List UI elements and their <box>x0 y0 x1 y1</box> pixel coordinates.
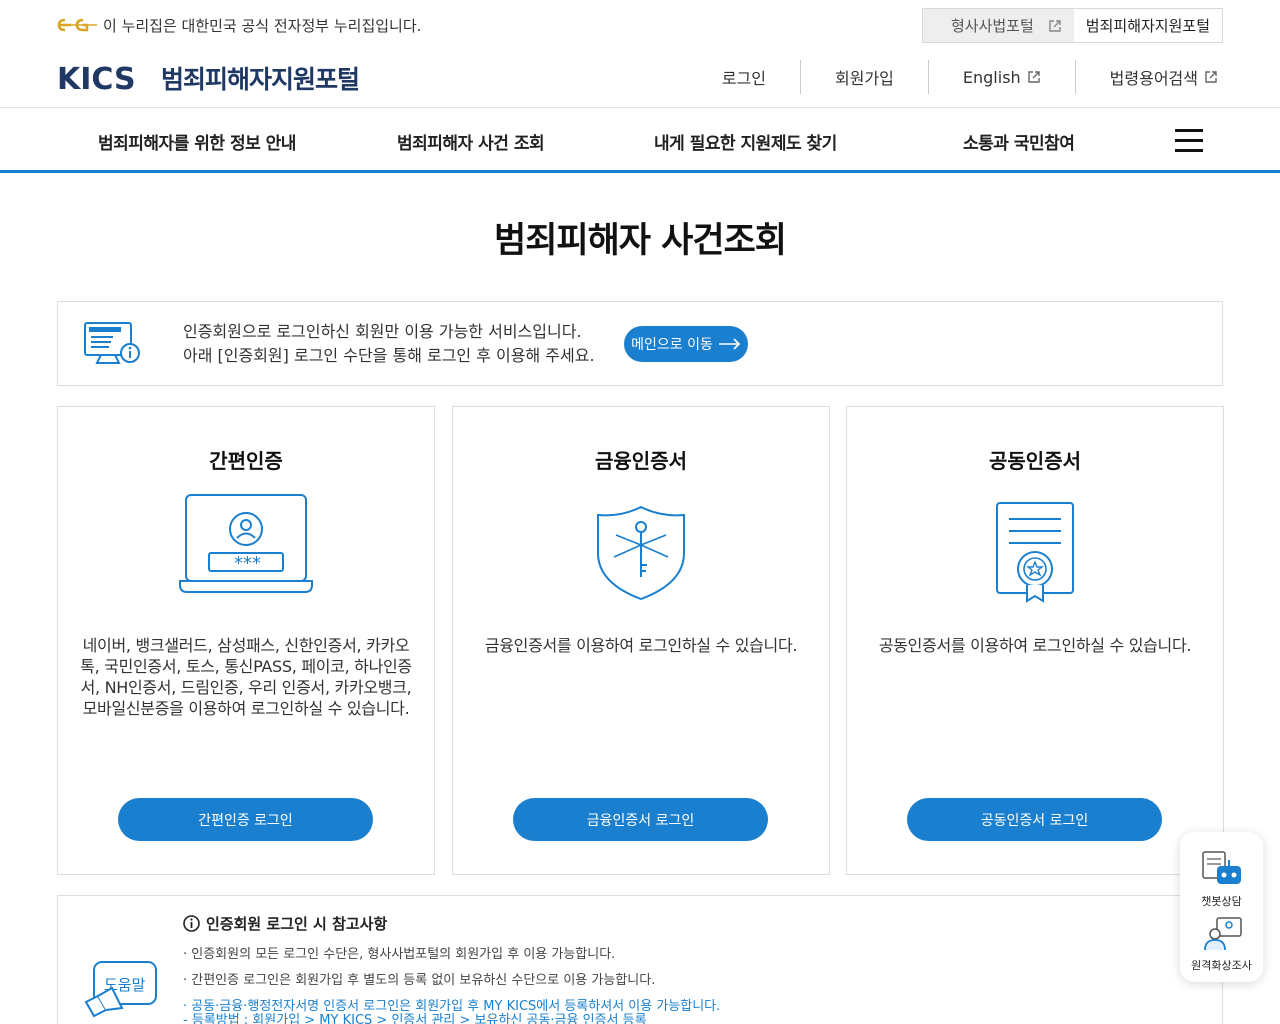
monitor-info-icon <box>84 322 140 364</box>
quick-menu: 챗봇상담 원격화상조사 <box>1180 832 1263 982</box>
external-link-icon <box>1049 19 1061 32</box>
utility-nav: 로그인 회원가입 English 법령용어검색 <box>688 60 1223 94</box>
portal-link-victim-support[interactable]: 범죄피해자지원포털 <box>1073 9 1222 42</box>
card-title: 공동인증서 <box>989 449 1081 473</box>
card-desc: 금융인증서를 이용하여 로그인하실 수 있습니다. <box>484 636 798 655</box>
gov-notice-text: 이 누리집은 대한민국 공식 전자정부 누리집입니다. <box>103 16 422 35</box>
help-megaphone-icon: 도움말 <box>84 961 157 1018</box>
help-list: 인증회원의 모든 로그인 수단은, 형사사법포털의 회원가입 후 이용 가능합니… <box>183 942 720 1024</box>
help-item: - 등록방법 : 회원가입 > MY KICS > 인증서 관리 > 보유하신 … <box>183 1013 647 1024</box>
nav-item-support-finder[interactable]: 내게 필요한 지원제도 찾기 <box>654 129 837 154</box>
menu-icon[interactable] <box>1175 129 1203 153</box>
video-investigation-label: 원격화상조사 <box>1191 959 1252 972</box>
logo-text: 범죄피해자지원포털 <box>161 65 360 94</box>
main-nav: 범죄피해자를 위한 정보 안내 범죄피해자 사건 조회 내게 필요한 지원제도 … <box>0 107 1280 173</box>
signup-link-label: 회원가입 <box>835 69 894 88</box>
login-notice-box: 인증회원으로 로그인하신 회원만 이용 가능한 서비스입니다. 아래 [인증회원… <box>57 301 1223 386</box>
help-title: 인증회원 로그인 시 참고사항 <box>183 913 387 934</box>
help-title-text: 인증회원 로그인 시 참고사항 <box>206 915 388 933</box>
card-desc: 공동인증서를 이용하여 로그인하실 수 있습니다. <box>878 636 1192 655</box>
site-logo[interactable]: KICS 범죄피해자지원포털 <box>57 60 360 96</box>
financial-cert-card: 금융인증서 금융인증서를 이용하여 로그인하실 수 있습니다. 금융인증서 로그… <box>452 406 830 875</box>
arrow-right-icon <box>718 338 740 350</box>
chatbot-icon <box>1201 851 1241 884</box>
login-link-label: 로그인 <box>721 69 766 88</box>
nav-item-participation[interactable]: 소통과 국민참여 <box>963 129 1075 154</box>
site-header: KICS 범죄피해자지원포털 로그인 회원가입 English 법령용어검색 <box>0 56 1280 106</box>
laptop-login-icon: *** <box>179 494 313 593</box>
english-link-label: English <box>962 67 1021 87</box>
egov-logo-icon <box>57 18 97 32</box>
card-title: 간편인증 <box>209 449 283 473</box>
portal-links: 형사사법포털 범죄피해자지원포털 <box>921 8 1223 43</box>
simple-auth-login-button[interactable]: 간편인증 로그인 <box>118 798 373 841</box>
go-main-button[interactable]: 메인으로 이동 <box>624 326 748 362</box>
kics-logo-icon: KICS <box>57 62 136 94</box>
help-item: 인증회원의 모든 로그인 수단은, 형사사법포털의 회원가입 후 이용 가능합니… <box>183 942 720 968</box>
portal-link-label: 범죄피해자지원포털 <box>1085 17 1210 35</box>
legal-terms-link[interactable]: 법령용어검색 <box>1074 60 1223 94</box>
external-link-icon <box>1205 71 1217 83</box>
video-investigation-button[interactable]: 원격화상조사 <box>1180 914 1263 973</box>
portal-link-label: 형사사법포털 <box>950 17 1034 35</box>
password-mask: *** <box>234 553 261 574</box>
info-icon <box>183 915 200 932</box>
svg-text:KICS: KICS <box>57 62 136 94</box>
notice-text: 인증회원으로 로그인하신 회원만 이용 가능한 서비스입니다. 아래 [인증회원… <box>183 320 595 368</box>
help-item: 간편인증 로그인은 회원가입 후 별도의 등록 없이 보유하신 수단으로 이용 … <box>183 968 720 994</box>
nav-item-info[interactable]: 범죄피해자를 위한 정보 안내 <box>98 129 296 154</box>
notice-line-2: 아래 [인증회원] 로그인 수단을 통해 로그인 후 이용해 주세요. <box>183 346 595 365</box>
shield-key-icon <box>597 505 685 601</box>
help-box: 도움말 인증회원 로그인 시 참고사항 인증회원의 모든 로그인 수단은, 형사… <box>57 895 1223 1024</box>
notice-line-1: 인증회원으로 로그인하신 회원만 이용 가능한 서비스입니다. <box>183 322 582 341</box>
external-link-icon <box>1027 71 1040 83</box>
gov-notice-bar: 이 누리집은 대한민국 공식 전자정부 누리집입니다. <box>57 8 421 42</box>
financial-cert-login-button[interactable]: 금융인증서 로그인 <box>513 798 768 841</box>
page-title: 범죄피해자 사건조회 <box>494 221 787 261</box>
login-link[interactable]: 로그인 <box>688 60 800 94</box>
simple-auth-card: 간편인증 *** 네이버, 뱅크샐러드, 삼성패스, 신한인증서, 카카오톡, … <box>57 406 435 875</box>
nav-item-case-lookup[interactable]: 범죄피해자 사건 조회 <box>397 129 545 154</box>
video-call-icon <box>1203 917 1242 951</box>
joint-cert-card: 공동인증서 공동인증서를 이용하여 로그인하실 수 있습니다. 공동인증서 로그… <box>846 406 1224 875</box>
joint-cert-login-button[interactable]: 공동인증서 로그인 <box>907 798 1162 841</box>
chatbot-button[interactable]: 챗봇상담 <box>1180 850 1263 909</box>
certificate-icon <box>996 502 1074 603</box>
portal-link-criminal-justice[interactable]: 형사사법포털 <box>922 9 1074 42</box>
signup-link[interactable]: 회원가입 <box>800 60 928 94</box>
legal-terms-link-label: 법령용어검색 <box>1109 69 1198 88</box>
card-title: 금융인증서 <box>595 449 687 473</box>
card-desc: 네이버, 뱅크샐러드, 삼성패스, 신한인증서, 카카오톡, 국민인증서, 토스… <box>80 636 412 718</box>
english-link[interactable]: English <box>927 60 1075 94</box>
chatbot-label: 챗봇상담 <box>1201 895 1242 908</box>
go-main-label: 메인으로 이동 <box>631 337 713 353</box>
